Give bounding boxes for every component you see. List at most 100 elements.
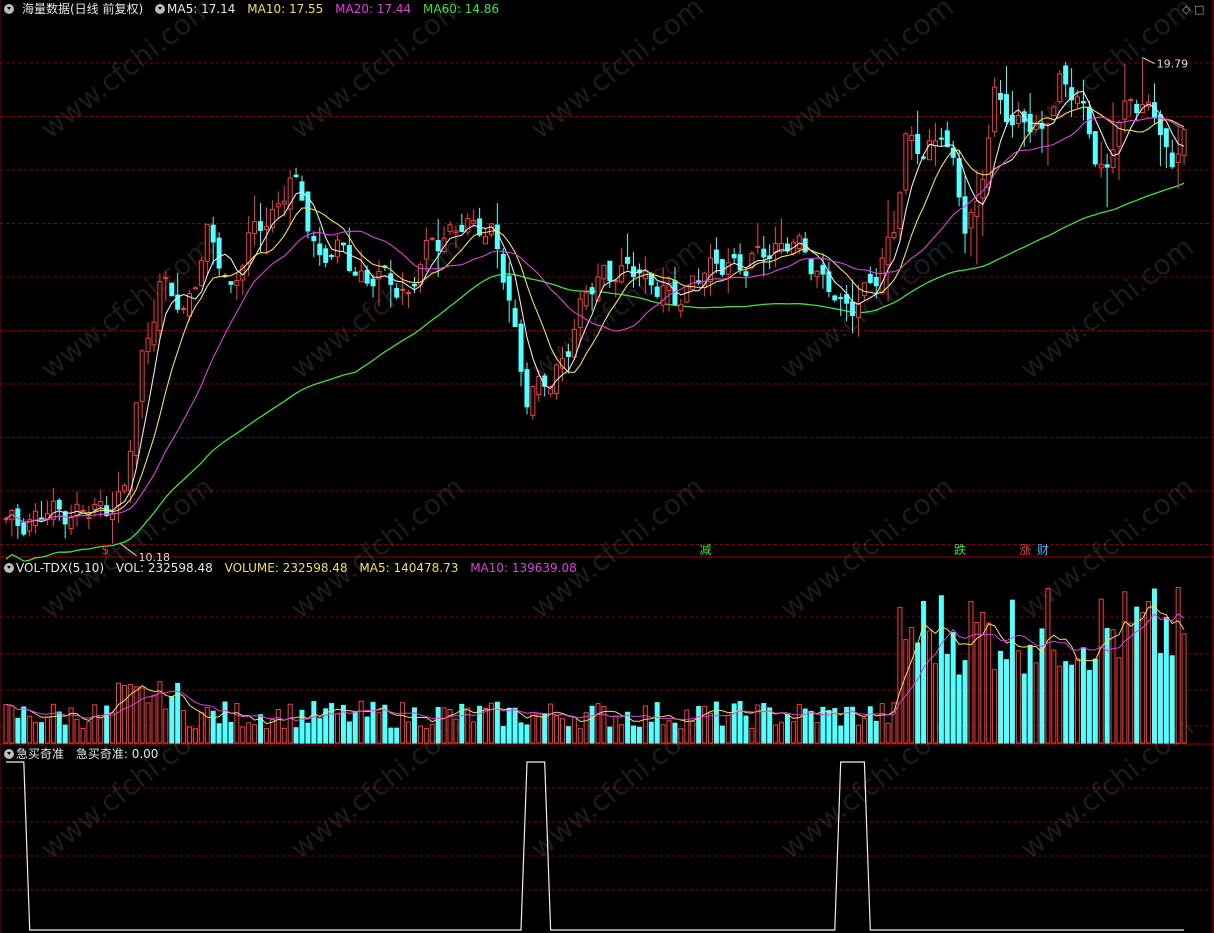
volume-bar	[607, 726, 613, 744]
signal-marker: 减	[699, 543, 712, 557]
settings-toggle-icon[interactable]	[155, 4, 166, 14]
volume-bar	[133, 686, 139, 744]
volume-bar	[44, 716, 50, 744]
volume-bar	[121, 685, 127, 744]
volume-bar	[1175, 587, 1181, 744]
candle-body	[169, 282, 175, 297]
candle-body	[820, 264, 826, 275]
candle-body	[861, 282, 867, 297]
volume-bar	[192, 728, 198, 744]
candle-body	[583, 292, 589, 307]
candle-body	[121, 485, 127, 492]
volume-bar	[826, 709, 832, 744]
volume-bar	[589, 705, 595, 744]
volume-bar	[1075, 658, 1081, 744]
volume-bar	[808, 710, 814, 744]
volume-bar	[27, 715, 33, 744]
price-header: 海量数据(日线 前复权) MA5: 17.14 MA10: 17.55 MA20…	[4, 1, 507, 17]
volume-bar	[471, 721, 477, 744]
volume-bar	[62, 724, 68, 744]
volume-bar	[1003, 659, 1009, 744]
candle-body	[228, 281, 234, 285]
high-label: 19.79	[1157, 58, 1189, 71]
volume-bar	[406, 721, 412, 744]
volume-bar	[1057, 665, 1063, 744]
volume-bar	[1051, 649, 1057, 744]
watermark-text: www.cfchi.com	[284, 0, 470, 146]
volume-bar	[956, 674, 962, 744]
ma5-value: MA5: 17.14	[167, 2, 236, 16]
candle-body	[737, 254, 743, 271]
candle-body	[86, 516, 92, 520]
volume-bar	[1063, 661, 1069, 744]
volume-bar	[198, 712, 204, 744]
stock-name: 海量数据(日线 前复权)	[22, 2, 144, 16]
candle-body	[471, 219, 477, 224]
volume-bar	[340, 704, 346, 744]
settings-toggle-icon[interactable]	[4, 4, 14, 14]
volume-bar	[1151, 588, 1157, 744]
volume-bar	[145, 702, 151, 744]
volume-bar	[536, 713, 542, 744]
volume-bar	[33, 722, 39, 744]
volume-bar	[417, 725, 423, 744]
candle-body	[897, 192, 903, 229]
candle-body	[151, 321, 157, 346]
volume-bar	[571, 716, 577, 744]
vol-value: VOL: 232598.48	[115, 561, 213, 575]
volume-bar	[1110, 629, 1116, 744]
candlestick-series	[3, 57, 1187, 544]
candle-body	[323, 248, 329, 263]
volume-ma10-value: MA10: 139639.08	[470, 561, 577, 575]
stock-chart[interactable]: www.cfchi.com www.cfchi.com www.cfchi.com w…	[0, 0, 1214, 933]
volume-bar	[382, 704, 388, 744]
volume-bar	[394, 727, 400, 744]
volume-bar	[104, 705, 110, 744]
candle-body	[530, 386, 536, 416]
volume-bar	[453, 718, 459, 744]
volume-bar	[1009, 599, 1015, 744]
candle-body	[1098, 163, 1104, 169]
settings-toggle-icon[interactable]	[4, 563, 14, 573]
candle-body	[660, 285, 666, 306]
panel-controls[interactable]: ◇ □	[1182, 3, 1204, 16]
volume-bar	[74, 718, 80, 744]
volume-bar	[358, 700, 364, 744]
volume-bar	[169, 696, 175, 744]
volume-bar	[595, 703, 601, 744]
candle-body	[927, 140, 933, 161]
volume-bar	[187, 726, 193, 744]
candle-body	[1075, 96, 1081, 105]
volume-bar	[441, 707, 447, 744]
volume-bar	[56, 711, 62, 744]
candle-body	[453, 230, 459, 234]
indicator-header: 急买奇准 急买奇准: 0.00	[4, 746, 166, 762]
candle-body	[713, 249, 719, 264]
volume-bar	[1169, 655, 1175, 744]
volume-bar	[1116, 657, 1122, 744]
volume-bar	[879, 703, 885, 744]
candle-body	[755, 245, 761, 248]
volume-bar	[305, 722, 311, 744]
volume-bar	[554, 715, 560, 744]
candle-body	[293, 174, 299, 178]
volume-bar	[352, 711, 358, 744]
volume-bar	[1128, 622, 1134, 744]
volume-bar	[465, 707, 471, 744]
candle-body	[956, 158, 962, 198]
candle-body	[192, 287, 198, 290]
candle-body	[1163, 128, 1169, 148]
candle-body	[163, 276, 169, 280]
volume-bar	[39, 722, 45, 744]
volume-bar	[15, 717, 21, 744]
candle-body	[506, 275, 512, 301]
settings-toggle-icon[interactable]	[4, 749, 14, 759]
candle-body	[299, 181, 305, 201]
volume-bar	[222, 701, 228, 744]
candle-body	[1175, 153, 1181, 163]
candle-body	[21, 522, 27, 535]
volume-bar	[559, 718, 565, 744]
volume-bar	[281, 727, 287, 744]
candle-body	[483, 235, 489, 245]
volume-bar	[737, 701, 743, 744]
